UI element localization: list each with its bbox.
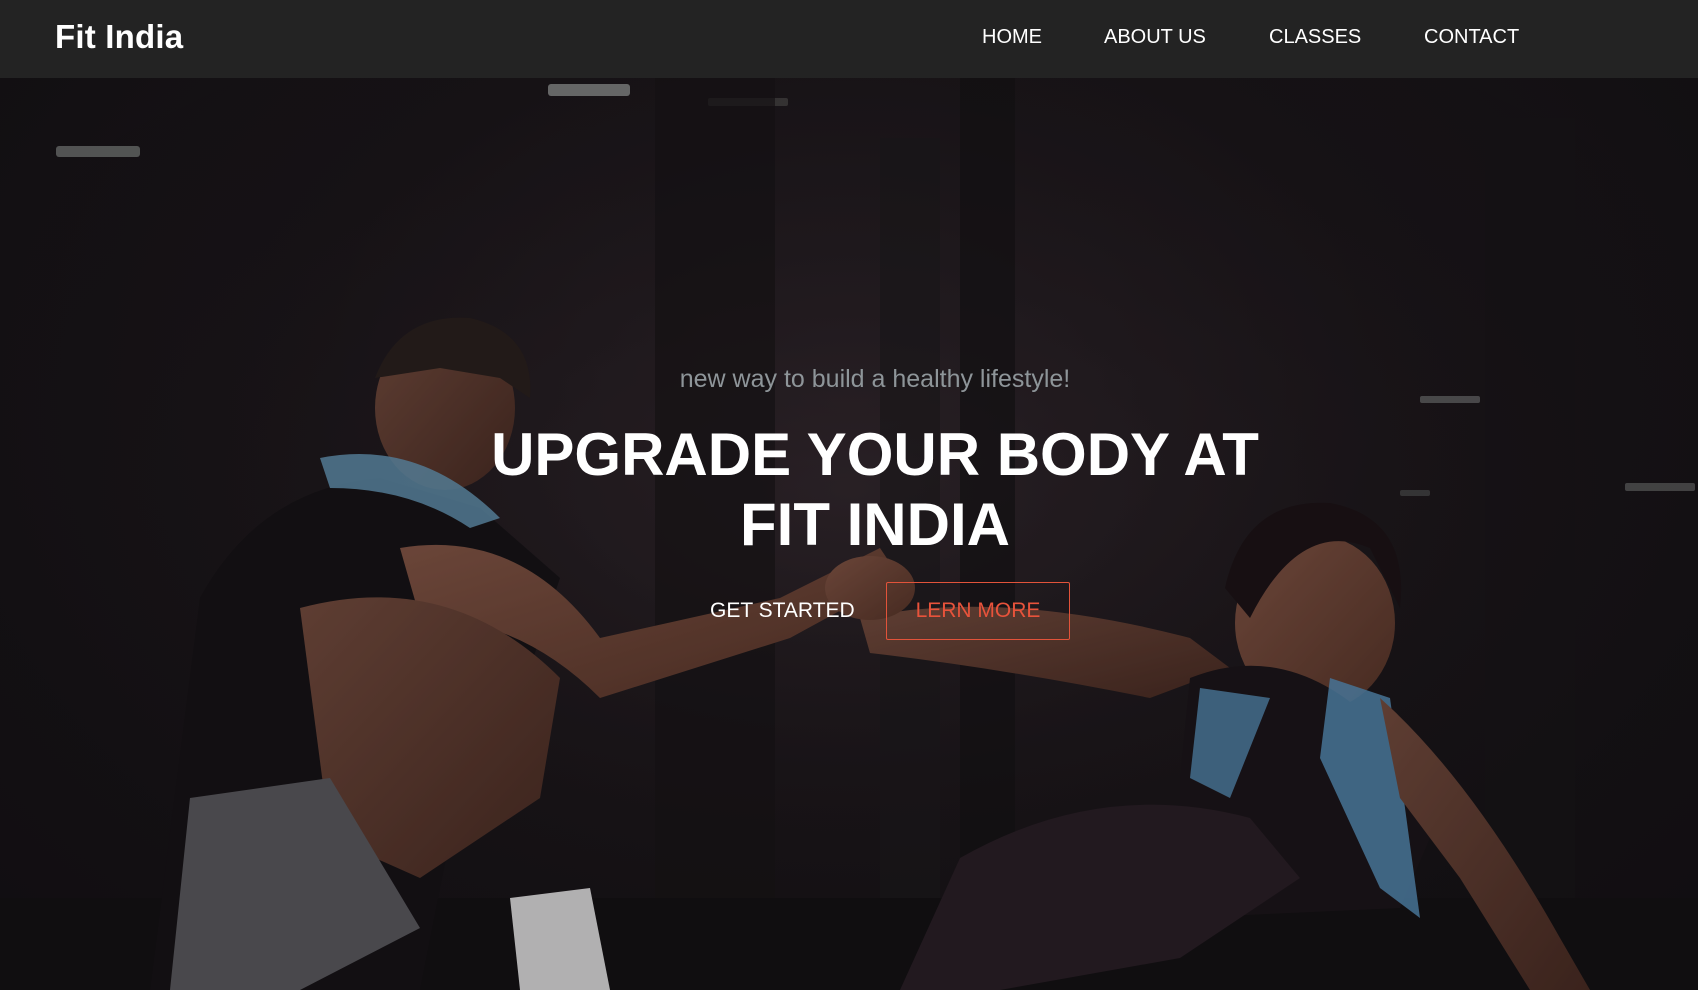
navbar: Fit India HOME ABOUT US CLASSES CONTACT xyxy=(0,0,1698,78)
hero-tagline: new way to build a healthy lifestyle! xyxy=(679,365,1071,393)
learn-more-button[interactable]: LERN MORE xyxy=(886,582,1070,640)
nav-link-contact[interactable]: CONTACT xyxy=(1424,26,1519,49)
nav-link-classes[interactable]: CLASSES xyxy=(1269,26,1361,49)
nav-link-home[interactable]: HOME xyxy=(982,26,1042,49)
nav-link-about-us[interactable]: ABOUT US xyxy=(1104,26,1206,49)
get-started-button[interactable]: GET STARTED xyxy=(710,599,855,623)
page: Fit India HOME ABOUT US CLASSES CONTACT xyxy=(0,0,1698,990)
hero-headline-line-1: UPGRADE YOUR BODY AT xyxy=(491,421,1259,488)
hero-headline: UPGRADE YOUR BODY AT FIT INDIA xyxy=(0,420,1698,560)
hero-headline-line-2: FIT INDIA xyxy=(740,491,1010,558)
nav-links: HOME ABOUT US CLASSES CONTACT xyxy=(0,26,1698,56)
